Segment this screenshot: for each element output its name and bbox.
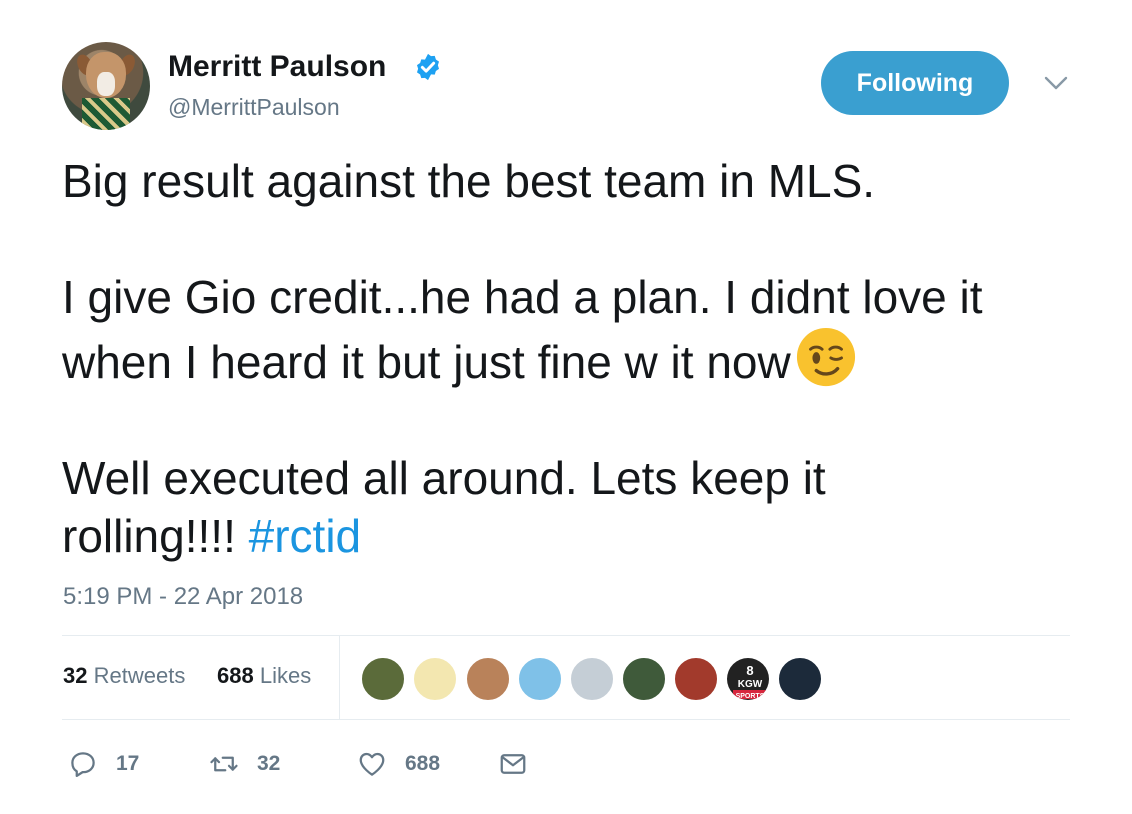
- likes-label: Likes: [259, 663, 312, 688]
- reply-count: 17: [116, 752, 140, 775]
- tweet-timestamp[interactable]: 5:19 PM - 22 Apr 2018: [63, 583, 303, 611]
- direct-message-button[interactable]: [498, 748, 528, 780]
- likes-stat[interactable]: 688 Likes: [217, 663, 311, 689]
- liker-avatar[interactable]: [465, 656, 511, 702]
- tweet-text-line: rolling!!!! #rctid: [62, 507, 1092, 565]
- retweets-count: 32: [63, 663, 88, 688]
- avatar-dog-face: [97, 72, 115, 96]
- reply-icon: [71, 752, 95, 777]
- winking-face-emoji-icon: [796, 327, 855, 387]
- divider: [62, 635, 1070, 636]
- author-handle[interactable]: @MerrittPaulson: [168, 94, 340, 121]
- tweet-text-line: Big result against the best team in MLS.: [62, 155, 876, 207]
- kgw-sports-logo: 8 KGW SPORTS: [727, 658, 769, 700]
- liker-avatar[interactable]: [569, 656, 615, 702]
- envelope-icon: [500, 754, 526, 774]
- liker-avatar[interactable]: [621, 656, 667, 702]
- verified-badge-icon: [417, 53, 439, 81]
- reply-button[interactable]: 17: [68, 748, 139, 780]
- divider: [62, 719, 1070, 720]
- author-avatar[interactable]: [62, 42, 150, 130]
- like-button[interactable]: 688: [357, 748, 440, 780]
- kgw-logo-line: KGW: [738, 679, 763, 690]
- retweet-icon: [210, 756, 238, 772]
- liker-avatar[interactable]: [517, 656, 563, 702]
- kgw-logo-line: SPORTS: [736, 693, 765, 700]
- retweet-count: 32: [257, 752, 281, 775]
- kgw-logo-line: 8: [746, 663, 753, 678]
- like-count: 688: [405, 752, 441, 775]
- tweet-text-line: Well executed all around. Lets keep it: [62, 452, 826, 504]
- avatar-scarf: [82, 98, 130, 130]
- hashtag-link[interactable]: #rctid: [249, 510, 361, 562]
- likes-count: 688: [217, 663, 254, 688]
- tweet-card: Merritt Paulson @MerrittPaulson Followin…: [0, 0, 1132, 814]
- liker-avatar[interactable]: [412, 656, 458, 702]
- author-display-name[interactable]: Merritt Paulson: [168, 50, 386, 84]
- chevron-down-icon[interactable]: [1043, 74, 1069, 92]
- liker-avatar-kgw[interactable]: 8 KGW SPORTS: [725, 656, 771, 702]
- tweet-text-line: when I heard it but just fine w it now: [62, 326, 1092, 391]
- liker-avatar[interactable]: [673, 656, 719, 702]
- tweet-text-segment: when I heard it but just fine w it now: [62, 336, 791, 388]
- liker-avatar[interactable]: [360, 656, 406, 702]
- tweet-text-line: I give Gio credit...he had a plan. I did…: [62, 271, 983, 323]
- retweets-stat[interactable]: 32 Retweets: [63, 663, 185, 689]
- liker-avatar[interactable]: [777, 656, 823, 702]
- retweet-button[interactable]: 32: [209, 748, 280, 780]
- tweet-text: Big result against the best team in MLS.…: [62, 152, 1092, 565]
- heart-icon: [359, 752, 385, 776]
- divider: [339, 636, 340, 719]
- retweets-label: Retweets: [93, 663, 186, 688]
- following-button[interactable]: Following: [821, 51, 1009, 115]
- tweet-text-segment: rolling!!!!: [62, 510, 249, 562]
